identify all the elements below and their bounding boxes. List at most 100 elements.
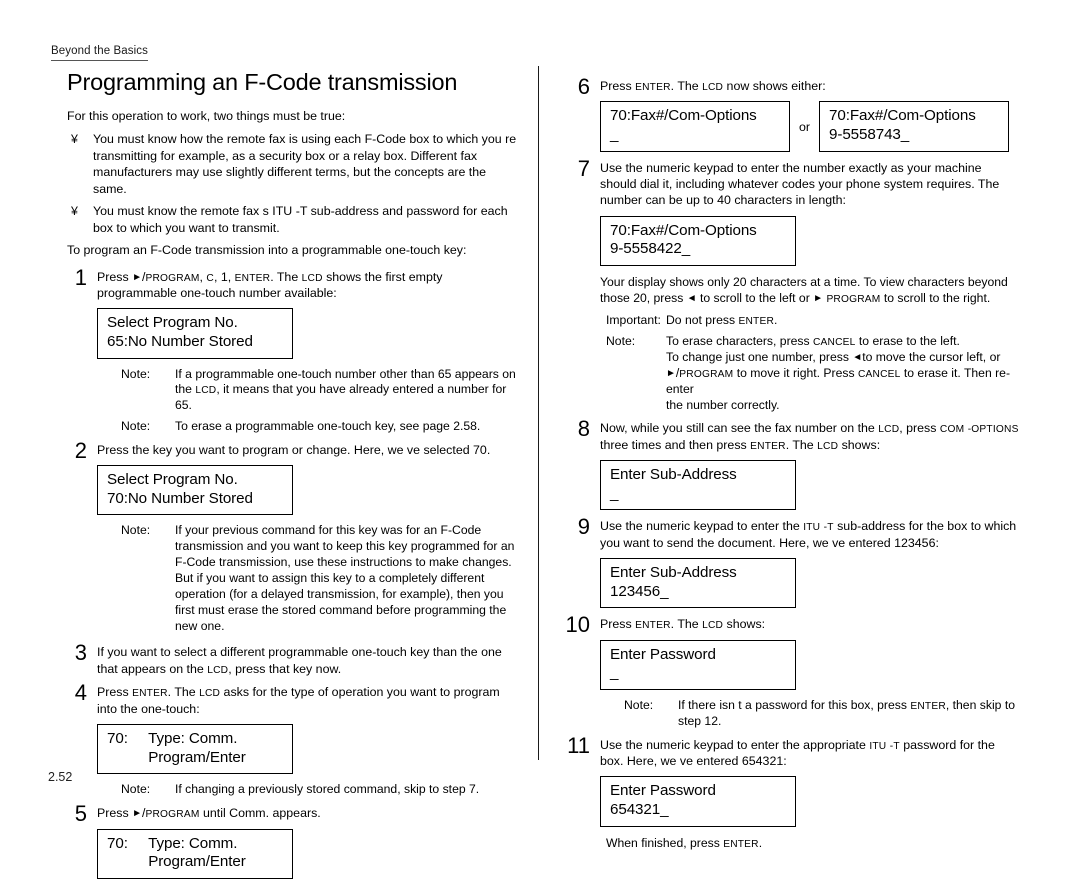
lcd-display: 70:Fax#/Com-Options 9-5558422_ — [600, 215, 796, 266]
step-text: Press — [97, 685, 133, 700]
lcd-line-2: _ — [610, 484, 619, 502]
key-cancel: CANCEL — [857, 368, 901, 380]
step-text: shows: — [723, 617, 766, 632]
note-text: to move it right. Press — [733, 365, 858, 380]
key-enter: ENTER — [750, 440, 786, 452]
step-text: shows: — [838, 437, 881, 452]
key-lcd: LCD — [301, 272, 323, 284]
step-body: Press ENTER. The LCD shows: — [600, 616, 1020, 632]
step-text: Press — [97, 269, 133, 284]
step-number: 5 — [74, 801, 87, 827]
step-body: Use the numeric keypad to enter the numb… — [600, 160, 1000, 208]
key-c: C — [206, 272, 214, 284]
note-line-1: To erase characters, press CANCEL to era… — [666, 334, 1020, 350]
note-label: Note: — [121, 523, 151, 538]
lcd-line-1: 70: Type: Comm. — [107, 834, 238, 852]
step-3: 3 If you want to select a different prog… — [57, 640, 519, 677]
left-triangle-icon: ◄ — [852, 352, 863, 364]
step-text: Use the numeric keypad to enter the — [600, 519, 804, 534]
step-text: . The — [670, 79, 703, 93]
key-program: PROGRAM — [145, 272, 200, 284]
step-1: 1 Press ►/PROGRAM, C, 1, ENTER. The LCD … — [57, 265, 519, 435]
step-body: Use the numeric keypad to enter the ITU … — [600, 518, 1020, 551]
lcd-display: Enter Sub-Address 123456_ — [600, 558, 796, 609]
lcd-line-2: 123456_ — [610, 582, 669, 600]
display-scroll-paragraph: Your display shows only 20 characters at… — [600, 274, 1020, 307]
lead-in-text: To program an F-Code transmission into a… — [67, 243, 467, 258]
step-10: 10 Press ENTER. The LCD shows: Enter Pas… — [560, 612, 1020, 730]
key-enter: ENTER — [910, 700, 946, 712]
step-body: Press ►/PROGRAM until Comm. appears. — [97, 805, 519, 821]
important-text: Do not press — [666, 313, 739, 328]
step-5: 5 Press ►/PROGRAM until Comm. appears. 7… — [57, 801, 519, 879]
running-head: Beyond the Basics — [51, 45, 148, 61]
step-number: 10 — [565, 612, 590, 638]
key-itu: ITU — [803, 522, 821, 534]
step-text: . The — [785, 437, 818, 452]
step-number: 9 — [577, 514, 590, 540]
note-line-2: To change just one number, press ◄to mov… — [666, 350, 1020, 366]
column-divider — [538, 66, 540, 760]
step-text: . The — [167, 685, 200, 700]
lcd-line-2: Program/Enter — [107, 748, 246, 766]
step-number: 2 — [74, 437, 87, 463]
important-note: Important: Do not press ENTER. — [600, 313, 1020, 329]
list-item: ¥ You must know the remote fax s ITU -T … — [57, 203, 519, 236]
lcd-line-1: Enter Password — [610, 782, 716, 800]
step-2: 2 Press the key you want to program or c… — [57, 438, 519, 634]
note-line-4: the number correctly. — [666, 397, 780, 412]
step-text: Use the numeric keypad to enter the appr… — [600, 737, 870, 752]
key-lcd: LCD — [817, 440, 839, 452]
note-text: , it means that you have already entered… — [175, 382, 507, 413]
key-enter: ENTER — [234, 272, 271, 284]
step-body: Press ENTER. The LCD asks for the type o… — [97, 684, 519, 717]
lcd-line-1: 70:Fax#/Com-Options — [829, 107, 976, 125]
step-text: now shows either: — [723, 79, 826, 93]
note-label: Note: — [121, 782, 151, 797]
key-program: PROGRAM — [826, 293, 881, 305]
lcd-line-1: 70:Fax#/Com-Options — [610, 221, 757, 239]
step-8: 8 Now, while you still can see the fax n… — [560, 416, 1020, 511]
key-enter: ENTER — [635, 620, 671, 632]
key-itu-suffix: -T — [889, 740, 900, 752]
step-body: Use the numeric keypad to enter the appr… — [600, 737, 1020, 770]
step-4: 4 Press ENTER. The LCD asks for the type… — [57, 680, 519, 798]
step-text: , press that key now. — [228, 661, 342, 676]
key-lcd: LCD — [207, 664, 229, 676]
key-enter: ENTER — [723, 838, 759, 850]
important-label: Important: — [606, 313, 661, 328]
step-number: 11 — [567, 732, 590, 758]
closing-text: When finished, press — [606, 835, 724, 850]
note-text: to erase to the left. — [855, 334, 960, 349]
note: Note: If changing a previously stored co… — [97, 782, 519, 798]
lcd-display: Select Program No. 70:No Number Stored — [97, 465, 293, 516]
step-body: If you want to select a different progra… — [97, 644, 519, 677]
note: Note: If your previous command for this … — [97, 523, 519, 634]
step-text: Press — [600, 79, 636, 93]
key-com-options: COM — [939, 424, 965, 436]
lcd-line-1: Select Program No. — [107, 314, 238, 332]
note-text: to move the cursor left, or — [862, 350, 1001, 365]
step-number: 6 — [577, 74, 590, 99]
step-number: 1 — [74, 264, 87, 290]
step-body: Press ENTER. The LCD now shows either: — [600, 78, 1020, 94]
step-text: . The — [270, 269, 302, 284]
step-text: , — [213, 269, 221, 284]
lcd-display-option-a: 70:Fax#/Com-Options _ — [600, 101, 790, 152]
step-number: 4 — [74, 680, 87, 706]
lcd-display: Enter Password 654321_ — [600, 776, 796, 827]
note: Note: If there isn t a password for this… — [600, 698, 1020, 730]
key-com-options-suffix: -OPTIONS — [967, 424, 1019, 436]
lcd-line-1: 70:Fax#/Com-Options — [610, 107, 757, 125]
right-triangle-icon: ► — [666, 367, 676, 379]
key-enter: ENTER — [738, 316, 775, 328]
lcd-line-2: 9-5558422_ — [610, 240, 691, 258]
lcd-display-pair: 70:Fax#/Com-Options _ or 70:Fax#/Com-Opt… — [600, 101, 1020, 152]
lcd-line-2: 70:No Number Stored — [107, 489, 253, 507]
lcd-line-2: 9-5558743_ — [829, 126, 910, 143]
lcd-line-1: Enter Sub-Address — [610, 564, 737, 582]
right-triangle-icon: ► — [132, 271, 143, 283]
lcd-line-2: _ — [610, 664, 619, 682]
or-separator: or — [799, 119, 811, 134]
note: Note: To erase characters, press CANCEL … — [600, 334, 1020, 413]
